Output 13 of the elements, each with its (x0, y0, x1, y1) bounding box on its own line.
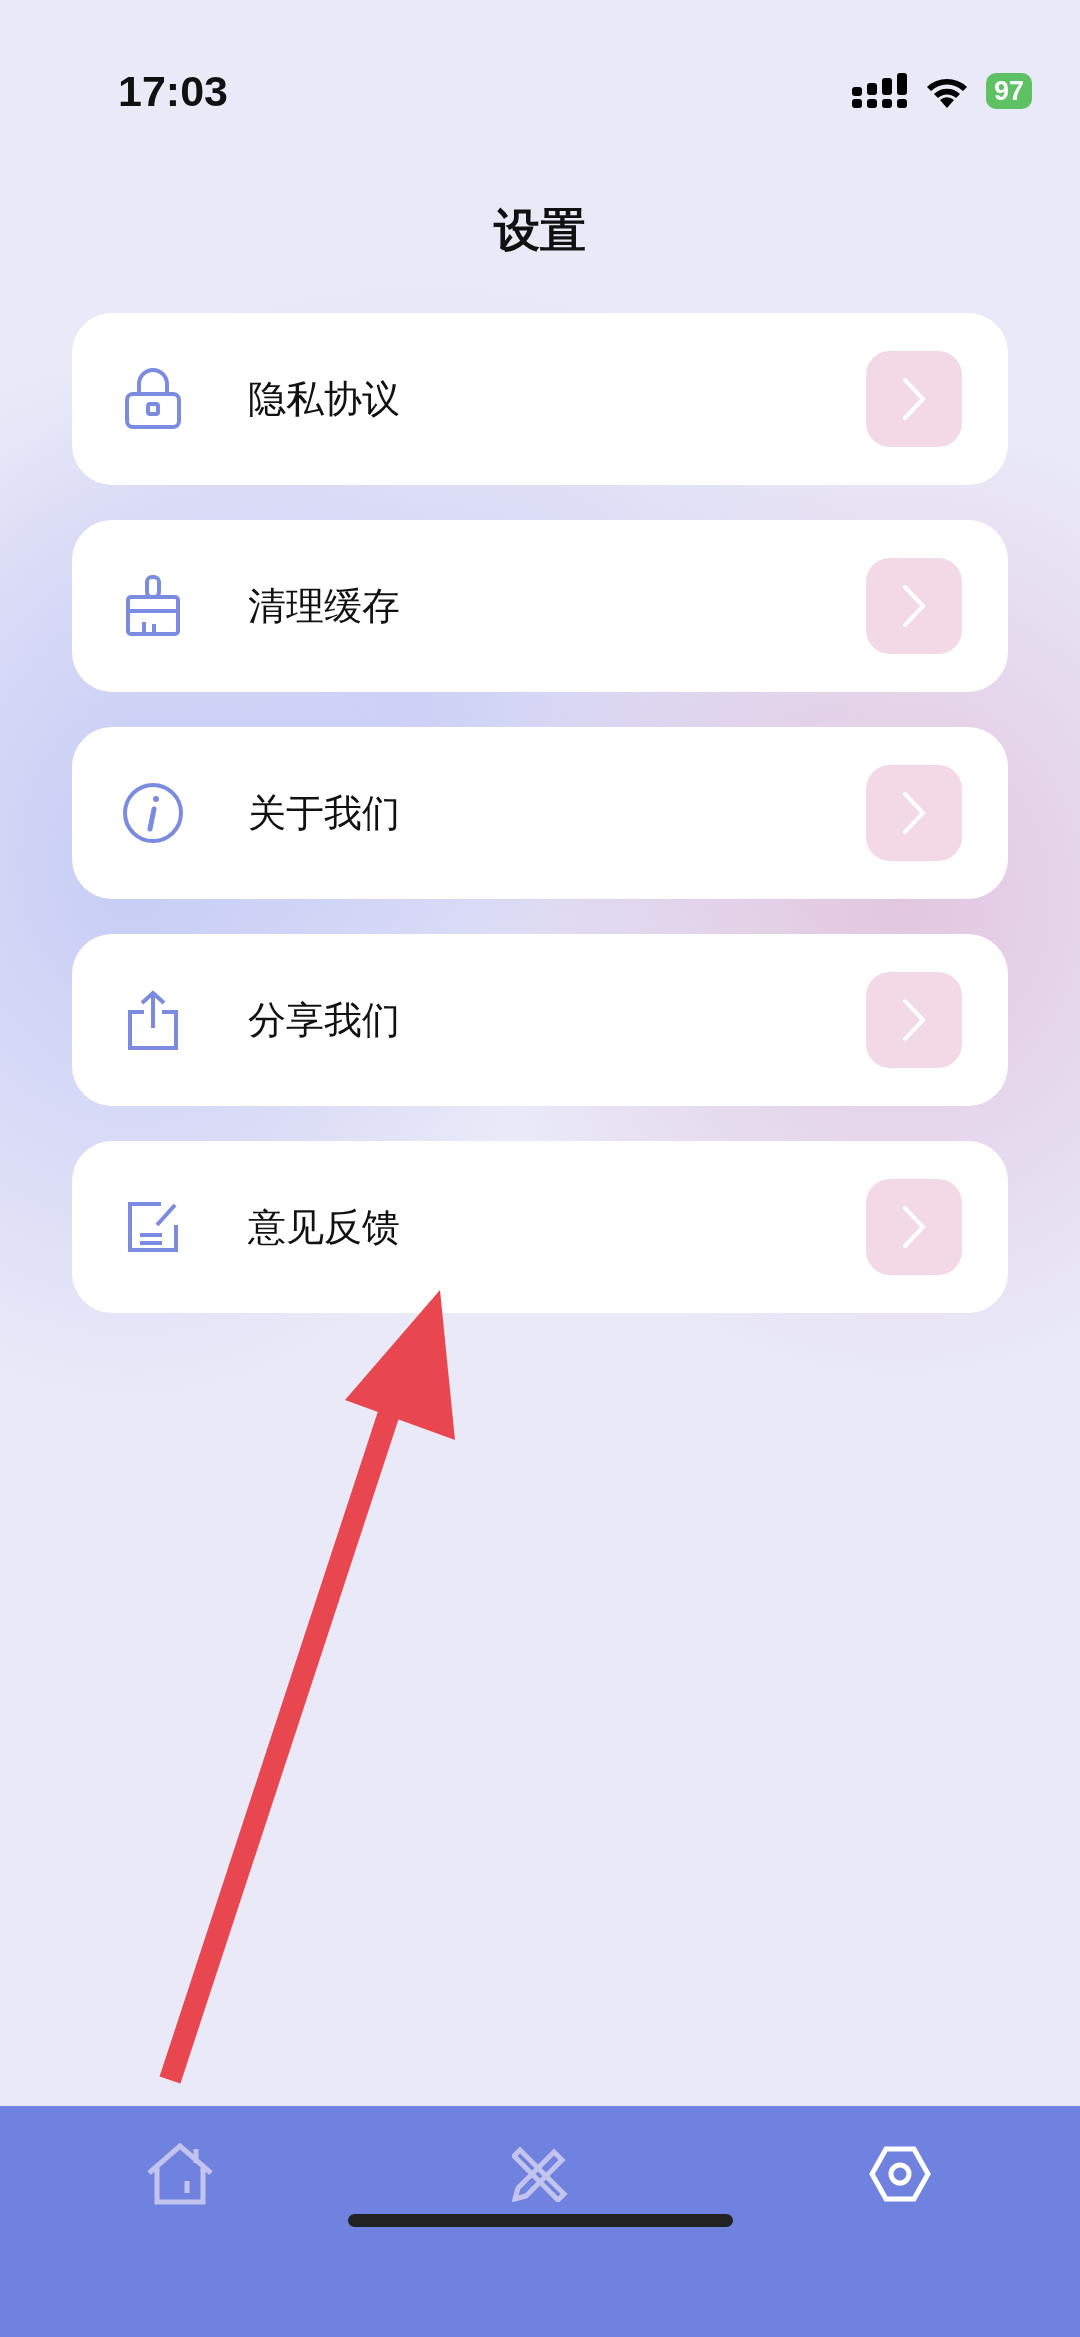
status-time: 17:03 (118, 65, 228, 117)
settings-item[interactable]: 意见反馈 (72, 1141, 1008, 1313)
settings-item[interactable]: 隐私协议 (72, 313, 1008, 485)
item-label: 清理缓存 (248, 583, 401, 629)
item-label: 分享我们 (248, 997, 401, 1043)
item-label: 关于我们 (248, 790, 401, 836)
battery-indicator: 97 (985, 73, 1032, 109)
page-title: 设置 (492, 203, 587, 258)
settings-item[interactable]: 关于我们 (72, 727, 1008, 899)
item-label: 意见反馈 (248, 1204, 401, 1250)
settings-item[interactable]: 分享我们 (72, 934, 1008, 1106)
item-label: 隐私协议 (248, 376, 401, 422)
settings-item[interactable]: 清理缓存 (72, 520, 1008, 692)
